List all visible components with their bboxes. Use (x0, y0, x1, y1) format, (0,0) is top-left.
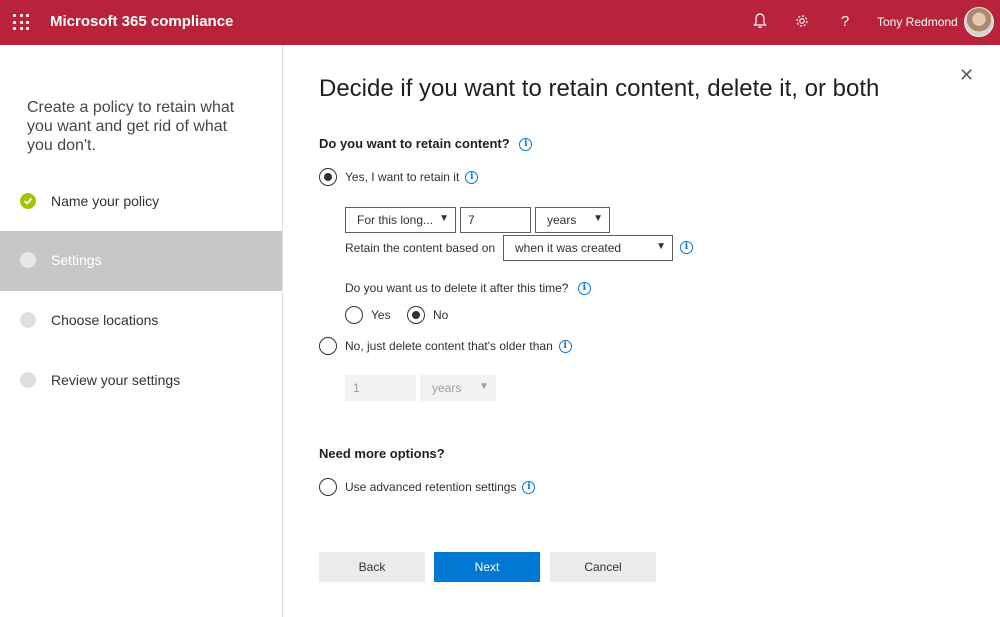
radio-button[interactable] (345, 306, 363, 324)
step-label: Name your policy (51, 193, 160, 209)
more-options-heading: Need more options? (319, 446, 445, 461)
main-panel: Decide if you want to retain content, de… (284, 45, 1000, 617)
retain-question: Do you want to retain content? i (319, 136, 533, 152)
info-icon[interactable]: i (577, 282, 591, 296)
retain-radio-label: Yes, I want to retain it (345, 170, 460, 184)
step-name-policy[interactable]: Name your policy (0, 172, 282, 232)
based-on-select[interactable]: when it was created ▼ (503, 235, 673, 261)
page-title: Decide if you want to retain content, de… (319, 75, 880, 102)
cancel-button[interactable]: Cancel (550, 552, 656, 582)
retain-radio[interactable]: Yes, I want to retain it i (319, 168, 479, 186)
next-button[interactable]: Next (434, 552, 540, 582)
step-dot-icon (20, 372, 36, 388)
based-on-label: Retain the content based on (345, 241, 496, 255)
info-icon[interactable]: i (558, 339, 572, 353)
retain-question-label: Do you want to retain content? (319, 136, 510, 151)
radio-button[interactable] (319, 478, 337, 496)
wizard-sidebar: Create a policy to retain what you want … (0, 45, 283, 617)
step-review-settings[interactable]: Review your settings (0, 351, 282, 411)
delete-no-radio[interactable]: No (407, 306, 448, 324)
period-value-input[interactable]: 7 (460, 207, 531, 233)
chevron-down-icon: ▼ (439, 213, 449, 224)
avatar[interactable] (964, 7, 994, 37)
advanced-radio[interactable]: Use advanced retention settings i (319, 478, 536, 496)
radio-button[interactable] (319, 168, 337, 186)
step-dot-icon (20, 252, 36, 268)
step-label: Settings (51, 252, 102, 268)
period-unit-value: years (547, 213, 577, 227)
based-on-value: when it was created (515, 241, 622, 255)
step-dot-icon (20, 312, 36, 328)
top-bar: Microsoft 365 compliance ? Tony Redmond (0, 0, 1000, 45)
delete-only-label: No, just delete content that's older tha… (345, 339, 553, 353)
info-icon[interactable]: i (680, 241, 693, 254)
period-unit-select[interactable]: years ▼ (535, 207, 610, 233)
delete-only-unit-value: years (432, 381, 462, 395)
step-label: Choose locations (51, 312, 159, 328)
delete-yes-label: Yes (371, 308, 391, 322)
info-icon[interactable]: i (519, 138, 533, 152)
checkmark-icon (20, 193, 36, 209)
delete-question: Do you want us to delete it after this t… (345, 281, 591, 296)
app-title[interactable]: Microsoft 365 compliance (50, 13, 233, 30)
period-select[interactable]: For this long... ▼ (345, 207, 456, 233)
delete-yes-radio[interactable]: Yes (345, 306, 391, 324)
info-icon[interactable]: i (465, 170, 479, 184)
delete-no-label: No (433, 308, 449, 322)
gear-icon[interactable] (792, 11, 812, 31)
delete-question-label: Do you want us to delete it after this t… (345, 281, 569, 295)
step-settings[interactable]: Settings (0, 231, 282, 291)
delete-only-unit-select[interactable]: years ▼ (420, 375, 496, 401)
waffle-icon[interactable] (13, 14, 29, 30)
delete-only-radio[interactable]: No, just delete content that's older tha… (319, 337, 572, 355)
help-icon[interactable]: ? (835, 11, 855, 31)
wizard-intro: Create a policy to retain what you want … (27, 99, 235, 154)
chevron-down-icon: ▼ (479, 381, 489, 392)
info-icon[interactable]: i (522, 480, 536, 494)
advanced-label: Use advanced retention settings (345, 480, 517, 494)
close-icon[interactable]: ✕ (959, 65, 974, 86)
delete-only-value-input[interactable]: 1 (345, 375, 416, 401)
step-choose-locations[interactable]: Choose locations (0, 291, 282, 351)
radio-button[interactable] (319, 337, 337, 355)
bell-icon[interactable] (750, 11, 770, 31)
step-label: Review your settings (51, 372, 181, 388)
radio-button[interactable] (407, 306, 425, 324)
back-button[interactable]: Back (319, 552, 425, 582)
chevron-down-icon: ▼ (656, 241, 666, 252)
chevron-down-icon: ▼ (593, 213, 603, 224)
period-select-value: For this long... (357, 213, 434, 227)
user-name[interactable]: Tony Redmond (877, 15, 958, 29)
